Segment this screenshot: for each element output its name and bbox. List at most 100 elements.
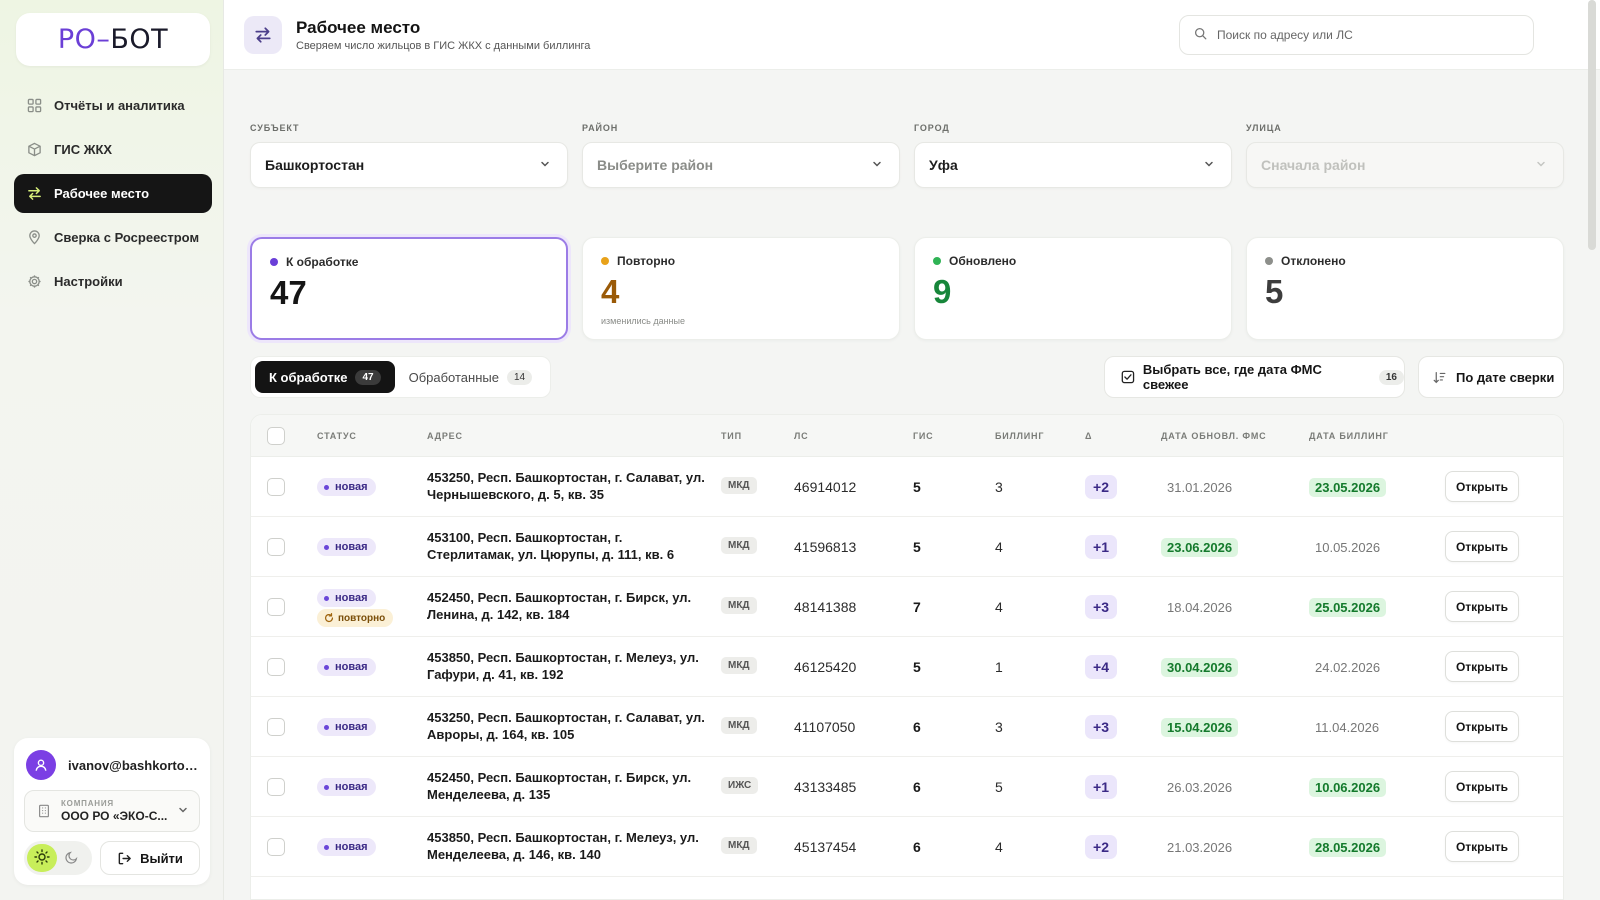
- theme-toggle: [24, 841, 92, 875]
- status-badge: новая: [317, 838, 376, 856]
- row-checkbox[interactable]: [267, 658, 285, 676]
- light-theme-button[interactable]: [27, 844, 57, 872]
- sidebar-item-rosreestr[interactable]: Сверка с Росреестром: [14, 218, 212, 257]
- column-header-billing[interactable]: БИЛЛИНГ: [995, 431, 1044, 441]
- table-header: СТАТУС АДРЕС ТИП ЛС ГИС БИЛЛИНГ Δ ДАТА О…: [251, 415, 1563, 457]
- status-text: новая: [335, 721, 368, 733]
- status-dot: [324, 724, 329, 730]
- filter-label: СУБЪЕКТ: [250, 123, 300, 133]
- chevron-down-icon: [1203, 157, 1215, 173]
- select-all-count: 16: [1378, 369, 1404, 385]
- open-button[interactable]: Открыть: [1445, 471, 1519, 502]
- sidebar-item-reports[interactable]: Отчёты и аналитика: [14, 86, 212, 125]
- stat-card-pending[interactable]: К обработке 47: [250, 237, 568, 340]
- row-checkbox[interactable]: [267, 538, 285, 556]
- sidebar-nav: Отчёты и аналитика ГИС ЖКХ Рабочее место…: [14, 86, 212, 306]
- city-select[interactable]: Уфа: [914, 142, 1232, 188]
- district-select[interactable]: Выберите район: [582, 142, 900, 188]
- select-all-fresh-button[interactable]: Выбрать все, где дата ФМС свежее 16: [1104, 356, 1405, 398]
- logo-dash: –: [96, 24, 111, 55]
- open-button[interactable]: Открыть: [1445, 771, 1519, 802]
- filter-label: ГОРОД: [914, 123, 950, 133]
- billing-date-cell: 25.05.2026: [1309, 598, 1387, 617]
- delta-badge: +3: [1085, 595, 1117, 619]
- filter-label: УЛИЦА: [1246, 123, 1282, 133]
- billing-date-cell: 10.06.2026: [1309, 778, 1387, 797]
- billing-date-cell: 23.05.2026: [1309, 478, 1387, 497]
- user-card: ivanov@bashkortost... КОМПАНИЯ ООО РО «Э…: [14, 738, 210, 885]
- open-button[interactable]: Открыть: [1445, 651, 1519, 682]
- table-row[interactable]: новая 453100, Респ. Башкортостан, г. Стер…: [251, 517, 1563, 577]
- column-header-billing-date[interactable]: ДАТА БИЛЛИНГ: [1309, 431, 1389, 441]
- table-row[interactable]: новая 453850, Респ. Башкортостан, г. Меле…: [251, 817, 1563, 877]
- type-badge: МКД: [721, 537, 757, 554]
- row-checkbox[interactable]: [267, 478, 285, 496]
- table-row[interactable]: новая 452450, Респ. Башкортостан, г. Бирс…: [251, 757, 1563, 817]
- status-text: новая: [335, 481, 368, 493]
- filter-value: Уфа: [929, 157, 958, 173]
- column-header-address[interactable]: АДРЕС: [427, 431, 463, 441]
- subject-select[interactable]: Башкортостан: [250, 142, 568, 188]
- column-header-fms-date[interactable]: ДАТА ОБНОВЛ. ФМС: [1161, 431, 1266, 441]
- tab-count: 47: [355, 369, 381, 385]
- column-header-delta[interactable]: Δ: [1085, 431, 1092, 441]
- table-row[interactable]: новая 453850, Респ. Башкортостан, г. Меле…: [251, 637, 1563, 697]
- open-button[interactable]: Открыть: [1445, 531, 1519, 562]
- street-select[interactable]: Сначала район: [1246, 142, 1564, 188]
- status-badge: новая: [317, 538, 376, 556]
- sidebar-item-gis[interactable]: ГИС ЖКХ: [14, 130, 212, 169]
- table-row[interactable]: новая 453250, Респ. Башкортостан, г. Сала…: [251, 697, 1563, 757]
- scrollbar[interactable]: [1588, 0, 1596, 250]
- sidebar-item-workplace[interactable]: Рабочее место: [14, 174, 212, 213]
- search-icon: [1194, 27, 1207, 43]
- table-row[interactable]: новая повторно 452450, Респ. Башкортостан,…: [251, 577, 1563, 637]
- page-title: Рабочее место: [296, 18, 421, 37]
- table-row[interactable]: новая 453250, Респ. Башкортостан, г. Сала…: [251, 457, 1563, 517]
- open-button[interactable]: Открыть: [1445, 831, 1519, 862]
- column-header-gis[interactable]: ГИС: [913, 431, 933, 441]
- open-button[interactable]: Открыть: [1445, 591, 1519, 622]
- stat-card-rejected[interactable]: Отклонено 5: [1246, 237, 1564, 340]
- row-checkbox[interactable]: [267, 838, 285, 856]
- row-checkbox[interactable]: [267, 598, 285, 616]
- stat-card-repeat[interactable]: Повторно 4 изменились данные: [582, 237, 900, 340]
- column-header-status[interactable]: СТАТУС: [317, 431, 357, 441]
- sidebar-item-settings[interactable]: Настройки: [14, 262, 212, 301]
- dark-theme-button[interactable]: [57, 844, 87, 872]
- sidebar-item-label: ГИС ЖКХ: [54, 142, 113, 157]
- select-all-label: Выбрать все, где дата ФМС свежее: [1142, 362, 1322, 392]
- row-checkbox[interactable]: [267, 778, 285, 796]
- chevron-down-icon: [1535, 157, 1547, 173]
- stat-label: К обработке: [286, 255, 359, 269]
- company-selector[interactable]: КОМПАНИЯ ООО РО «ЭКО-С...: [24, 790, 200, 832]
- address-cell: 453100, Респ. Башкортостан, г. Стерлитам…: [427, 530, 675, 562]
- logo[interactable]: РО–БОТ: [16, 13, 210, 66]
- sun-icon: [34, 848, 50, 868]
- type-badge: МКД: [721, 597, 757, 614]
- billing-date-cell: 11.04.2026: [1315, 720, 1380, 735]
- status-dot: [324, 784, 329, 790]
- open-button[interactable]: Открыть: [1445, 711, 1519, 742]
- fms-date-cell: 21.03.2026: [1167, 840, 1233, 855]
- sort-button[interactable]: По дате сверки: [1418, 356, 1564, 398]
- type-badge: МКД: [721, 837, 757, 854]
- user-row[interactable]: ivanov@bashkortost...: [26, 750, 198, 780]
- tab-processed[interactable]: Обработанные 14: [395, 361, 547, 393]
- status-badge: новая: [317, 589, 376, 607]
- billing-cell: 1: [995, 659, 1003, 675]
- filter-city: ГОРОД Уфа: [914, 123, 1232, 188]
- fms-date-cell: 18.04.2026: [1167, 600, 1233, 615]
- tab-pending[interactable]: К обработке 47: [255, 361, 395, 393]
- stat-card-updated[interactable]: Обновлено 9: [914, 237, 1232, 340]
- logout-label: Выйти: [140, 850, 183, 866]
- search-input[interactable]: [1217, 28, 1517, 42]
- gis-cell: 5: [913, 479, 921, 495]
- column-header-type[interactable]: ТИП: [721, 431, 742, 441]
- select-all-checkbox[interactable]: [267, 427, 285, 445]
- swap-icon: [26, 186, 42, 202]
- logout-button[interactable]: Выйти: [100, 841, 200, 875]
- column-header-ls[interactable]: ЛС: [794, 431, 808, 441]
- row-checkbox[interactable]: [267, 718, 285, 736]
- logout-icon: [118, 852, 131, 864]
- gis-cell: 6: [913, 719, 921, 735]
